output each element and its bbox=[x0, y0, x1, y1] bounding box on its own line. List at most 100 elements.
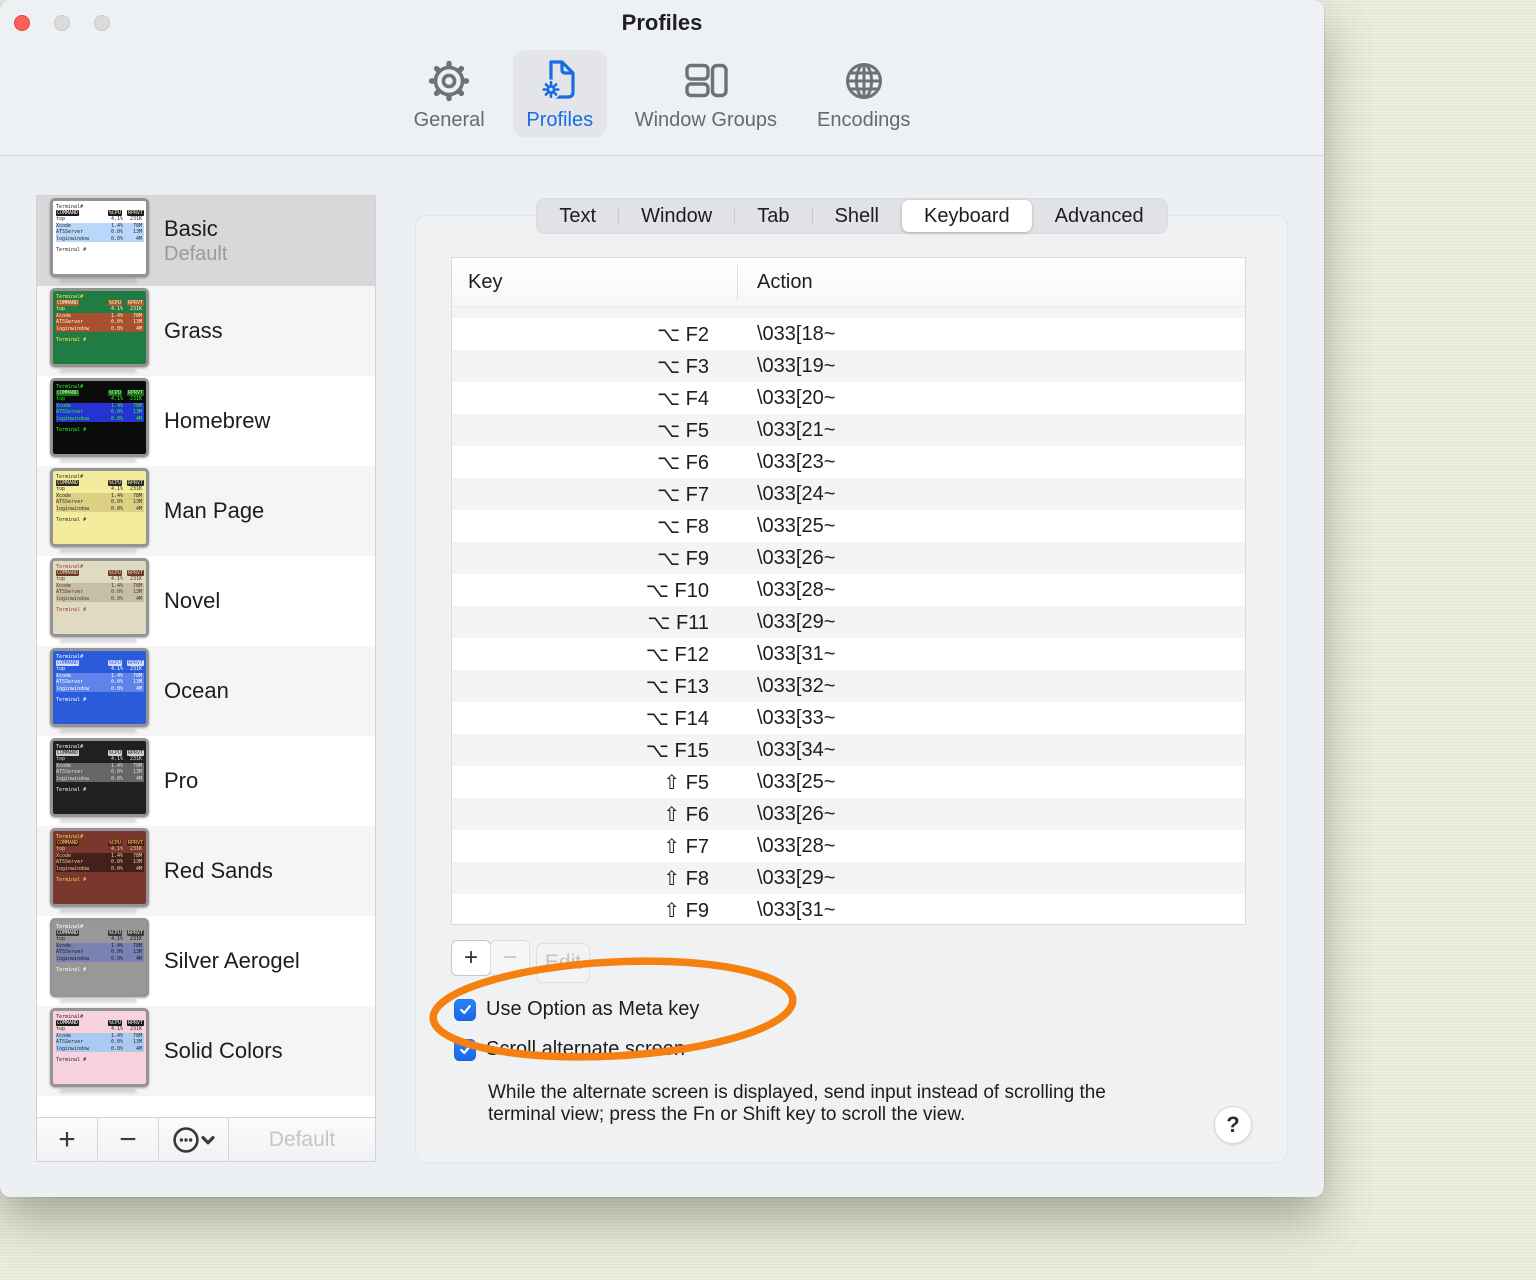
profile-list-item-basic[interactable]: Terminal# COMMAND %CPU RPRVT top 4.1% 231K Xcod… bbox=[37, 196, 375, 286]
tab-tab[interactable]: Tab bbox=[735, 200, 811, 232]
toolbar-item-encodings[interactable]: Encodings bbox=[805, 50, 922, 137]
scroll-alternate-screen-row: Scroll alternate screen bbox=[454, 1038, 685, 1061]
add-mapping-button[interactable]: + bbox=[451, 940, 491, 976]
key-cell: ⇧ F5 bbox=[663, 771, 709, 794]
partial-scrolled-row bbox=[452, 307, 1245, 318]
table-row[interactable]: ⌥ F12 \033[31~ bbox=[452, 638, 1245, 670]
desktop-background: Profiles General Profiles Window Groups … bbox=[0, 0, 1536, 1280]
table-row[interactable]: ⌥ F4 \033[20~ bbox=[452, 382, 1245, 414]
profile-name: Grass bbox=[164, 318, 223, 343]
key-mappings-table: Key Action ⌥ F2 \033[18~ ⌥ F3 \033[19~ ⌥… bbox=[451, 257, 1246, 925]
toolbar-label: Profiles bbox=[526, 109, 594, 131]
window-groups-icon bbox=[685, 63, 728, 98]
key-cell: ⇧ F9 bbox=[663, 899, 709, 922]
profile-list-item-silver-aerogel[interactable]: Terminal# COMMAND %CPU RPRVT top 4.1% 231K Xcod… bbox=[37, 916, 375, 1006]
key-cell: ⌥ F10 bbox=[645, 579, 709, 602]
table-row[interactable]: ⌥ F11 \033[29~ bbox=[452, 606, 1245, 638]
key-cell: ⌥ F6 bbox=[657, 451, 709, 474]
tab-shell[interactable]: Shell bbox=[813, 200, 901, 232]
action-cell: \033[26~ bbox=[757, 546, 836, 569]
toolbar-item-window-groups[interactable]: Window Groups bbox=[623, 50, 789, 137]
action-cell: \033[32~ bbox=[757, 674, 836, 697]
titlebar: Profiles General Profiles Window Groups … bbox=[0, 0, 1324, 156]
table-row[interactable]: ⌥ F8 \033[25~ bbox=[452, 510, 1245, 542]
profile-thumbnail: Terminal# COMMAND %CPU RPRVT top 4.1% 231K Xcod… bbox=[50, 647, 149, 735]
default-profile-button[interactable]: Default bbox=[229, 1118, 375, 1161]
thumbnail-reflection bbox=[59, 368, 137, 375]
table-row[interactable]: ⌥ F9 \033[26~ bbox=[452, 542, 1245, 574]
thumbnail-reflection bbox=[59, 458, 137, 465]
tab-keyboard[interactable]: Keyboard bbox=[901, 200, 1032, 232]
profile-thumbnail: Terminal# COMMAND %CPU RPRVT top 4.1% 231K Xcod… bbox=[50, 1007, 149, 1095]
checkbox-label: Use Option as Meta key bbox=[486, 998, 700, 1020]
profile-list-item-red-sands[interactable]: Terminal# COMMAND %CPU RPRVT top 4.1% 231K Xcod… bbox=[37, 826, 375, 916]
toolbar: General Profiles Window Groups Encodings bbox=[0, 50, 1324, 137]
key-cell: ⇧ F7 bbox=[663, 835, 709, 858]
profile-list-item-grass[interactable]: Terminal# COMMAND %CPU RPRVT top 4.1% 231K Xcod… bbox=[37, 286, 375, 376]
table-row[interactable]: ⇧ F5 \033[25~ bbox=[452, 766, 1245, 798]
profile-name: Basic bbox=[164, 216, 218, 241]
profile-actions-menu-button[interactable] bbox=[159, 1118, 229, 1161]
key-cell: ⌥ F14 bbox=[645, 707, 709, 730]
use-option-as-meta-row: Use Option as Meta key bbox=[454, 998, 699, 1021]
thumbnail-reflection bbox=[59, 908, 137, 915]
profile-list-item-novel[interactable]: Terminal# COMMAND %CPU RPRVT top 4.1% 231K Xcod… bbox=[37, 556, 375, 646]
thumbnail-reflection bbox=[59, 998, 137, 1005]
key-cell: ⇧ F8 bbox=[663, 867, 709, 890]
action-cell: \033[20~ bbox=[757, 386, 836, 409]
profile-list-item-homebrew[interactable]: Terminal# COMMAND %CPU RPRVT top 4.1% 231K Xcod… bbox=[37, 376, 375, 466]
checkmark-icon bbox=[459, 1045, 471, 1055]
key-cell: ⌥ F9 bbox=[657, 547, 709, 570]
profile-list-item-pro[interactable]: Terminal# COMMAND %CPU RPRVT top 4.1% 231K Xcod… bbox=[37, 736, 375, 826]
globe-icon bbox=[845, 63, 882, 99]
table-row[interactable]: ⌥ F14 \033[33~ bbox=[452, 702, 1245, 734]
table-row[interactable]: ⌥ F10 \033[28~ bbox=[452, 574, 1245, 606]
scroll-alternate-screen-checkbox[interactable] bbox=[454, 1038, 476, 1061]
profile-list-item-ocean[interactable]: Terminal# COMMAND %CPU RPRVT top 4.1% 231K Xcod… bbox=[37, 646, 375, 736]
tab-window[interactable]: Window bbox=[619, 200, 734, 232]
column-divider[interactable] bbox=[737, 264, 738, 300]
table-row[interactable]: ⇧ F7 \033[28~ bbox=[452, 830, 1245, 862]
toolbar-item-general[interactable]: General bbox=[402, 50, 497, 137]
profile-name: Ocean bbox=[164, 678, 229, 703]
key-cell: ⌥ F8 bbox=[657, 515, 709, 538]
profile-name: Solid Colors bbox=[164, 1038, 283, 1063]
table-row[interactable]: ⌥ F7 \033[24~ bbox=[452, 478, 1245, 510]
tab-text[interactable]: Text bbox=[537, 200, 618, 232]
key-cell: ⌥ F15 bbox=[645, 739, 709, 762]
remove-mapping-button[interactable]: − bbox=[490, 940, 530, 976]
action-column-header[interactable]: Action bbox=[737, 271, 813, 294]
toolbar-label: Encodings bbox=[817, 109, 911, 131]
toolbar-item-profiles[interactable]: Profiles bbox=[512, 50, 607, 137]
table-row[interactable]: ⌥ F2 \033[18~ bbox=[452, 318, 1245, 350]
add-profile-button[interactable]: + bbox=[37, 1118, 98, 1161]
tab-advanced[interactable]: Advanced bbox=[1033, 200, 1166, 232]
table-row[interactable]: ⌥ F3 \033[19~ bbox=[452, 350, 1245, 382]
remove-profile-button[interactable]: − bbox=[98, 1118, 159, 1161]
profile-name: Novel bbox=[164, 588, 221, 613]
table-row[interactable]: ⇧ F8 \033[29~ bbox=[452, 862, 1245, 894]
table-header: Key Action bbox=[452, 258, 1245, 307]
key-cell: ⌥ F13 bbox=[645, 675, 709, 698]
action-cell: \033[24~ bbox=[757, 482, 836, 505]
help-button[interactable]: ? bbox=[1214, 1106, 1252, 1144]
table-body: ⌥ F2 \033[18~ ⌥ F3 \033[19~ ⌥ F4 \033[20… bbox=[452, 318, 1245, 924]
action-cell: \033[29~ bbox=[757, 866, 836, 889]
key-column-header[interactable]: Key bbox=[452, 271, 737, 294]
key-cell: ⌥ F11 bbox=[647, 611, 709, 634]
table-row[interactable]: ⇧ F6 \033[26~ bbox=[452, 798, 1245, 830]
table-row[interactable]: ⌥ F13 \033[32~ bbox=[452, 670, 1245, 702]
key-cell: ⌥ F2 bbox=[657, 323, 709, 346]
edit-mapping-button[interactable]: Edit bbox=[536, 943, 590, 983]
table-row[interactable]: ⌥ F6 \033[23~ bbox=[452, 446, 1245, 478]
table-row[interactable]: ⌥ F15 \033[34~ bbox=[452, 734, 1245, 766]
table-row[interactable]: ⇧ F9 \033[31~ bbox=[452, 894, 1245, 924]
profile-list-item-solid-colors[interactable]: Terminal# COMMAND %CPU RPRVT top 4.1% 231K Xcod… bbox=[37, 1006, 375, 1096]
mapping-actions: + − Edit bbox=[451, 940, 590, 983]
use-option-as-meta-checkbox[interactable] bbox=[454, 998, 476, 1021]
key-cell: ⌥ F12 bbox=[645, 643, 709, 666]
table-row[interactable]: ⌥ F5 \033[21~ bbox=[452, 414, 1245, 446]
profile-list-item-man-page[interactable]: Terminal# COMMAND %CPU RPRVT top 4.1% 231K Xcod… bbox=[37, 466, 375, 556]
thumbnail-reflection bbox=[59, 818, 137, 825]
toolbar-label: Window Groups bbox=[634, 109, 778, 131]
